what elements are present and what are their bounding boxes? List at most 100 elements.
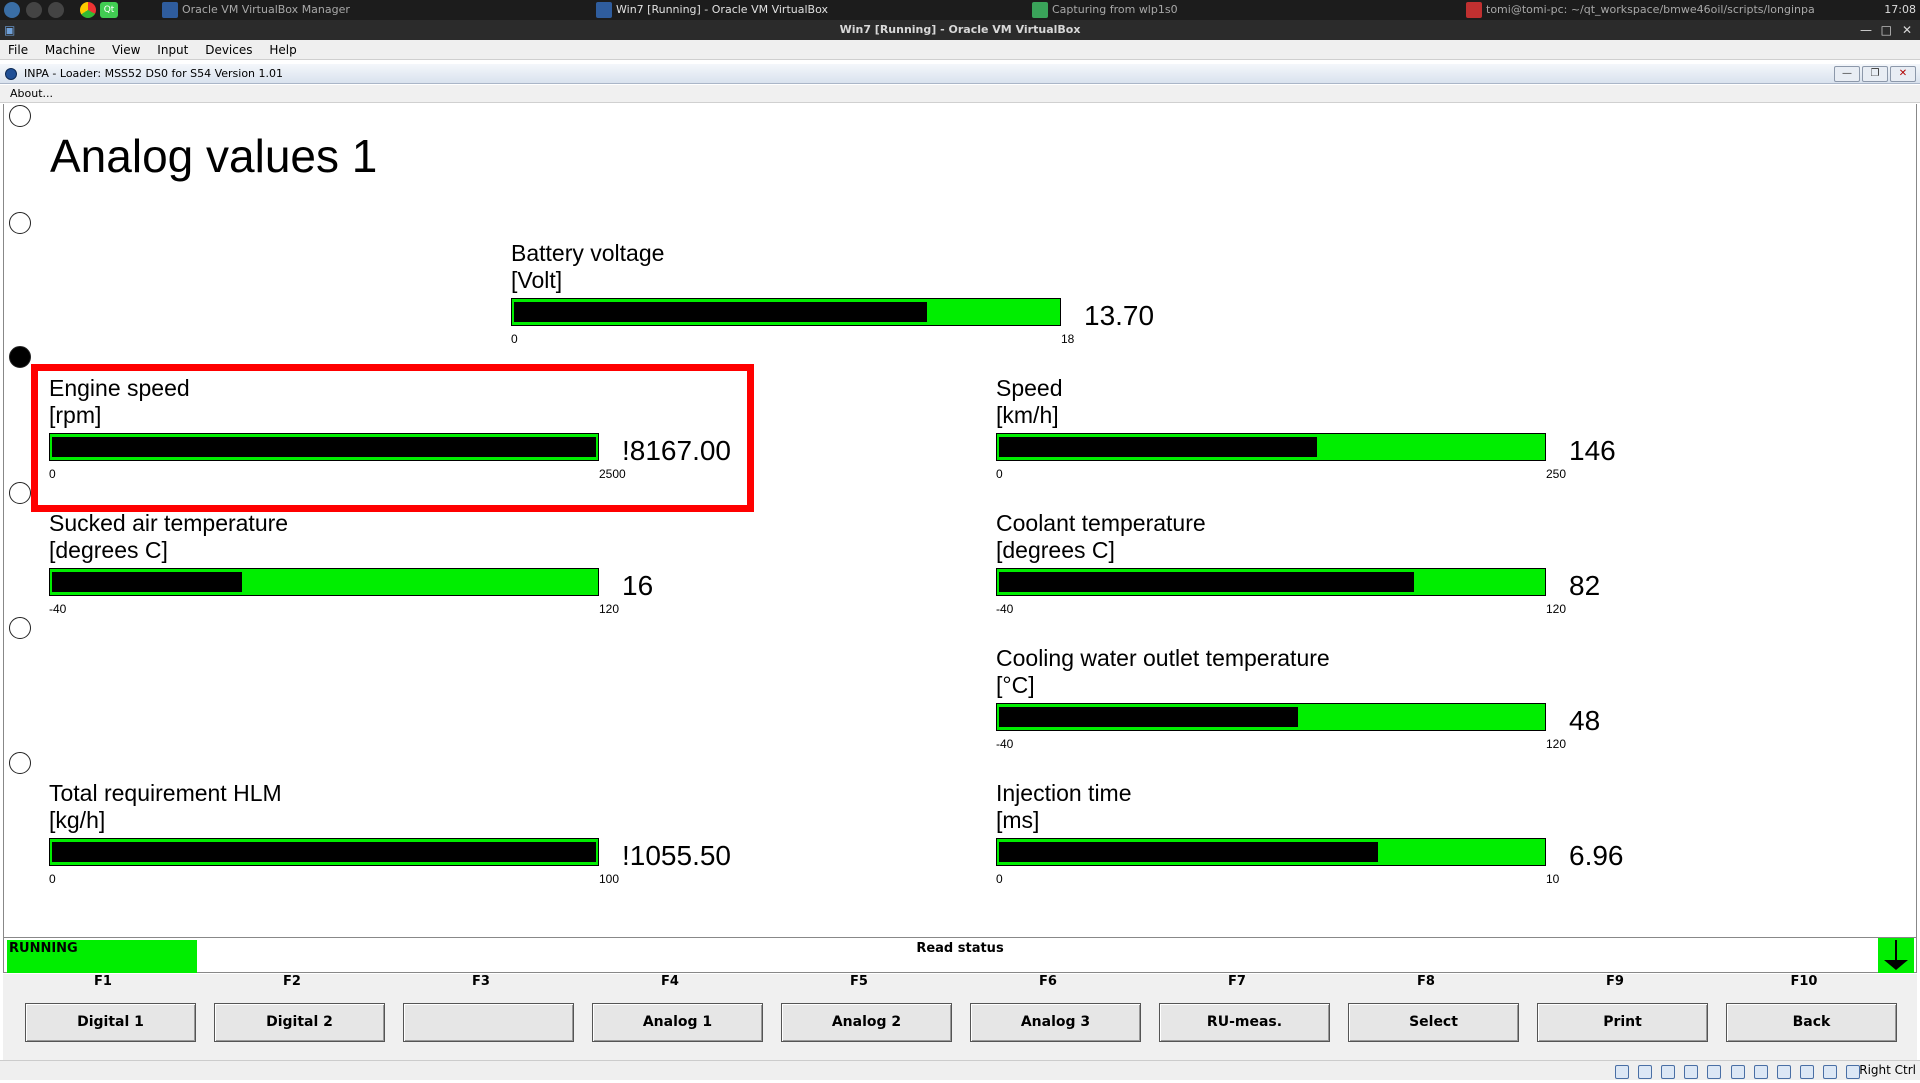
audio-icon[interactable] [1661, 1065, 1676, 1079]
minimize-icon[interactable]: — [1860, 20, 1872, 40]
analog-3-button[interactable]: Analog 3 [970, 1003, 1141, 1042]
radio-button[interactable] [9, 105, 31, 127]
ru-meas-button[interactable]: RU-meas. [1159, 1003, 1330, 1042]
qt-creator-icon[interactable]: Qt [100, 2, 118, 18]
optical-drive-icon[interactable] [1638, 1065, 1653, 1079]
vbox-app-icon[interactable]: ▣ [4, 20, 15, 40]
mouse-integration-icon[interactable] [1822, 1065, 1837, 1079]
fkey-label: F6 [1039, 974, 1057, 989]
taskbar-item-terminal[interactable]: tomi@tomi-pc: ~/qt_workspace/bmwe46oil/s… [1486, 3, 1815, 16]
analog-2-button[interactable]: Analog 2 [781, 1003, 952, 1042]
gauge-bar [996, 703, 1546, 731]
gauge-total-requirement-hlm: Total requirement HLM [kg/h] 0 100 !1055… [49, 780, 749, 900]
gauge-unit: [degrees C] [49, 537, 168, 563]
shared-folders-icon[interactable] [1730, 1065, 1745, 1079]
vbox-title-text: Win7 [Running] - Oracle VM VirtualBox [839, 23, 1081, 36]
taskbar-item-win7[interactable]: Win7 [Running] - Oracle VM VirtualBox [616, 3, 828, 16]
status-bar: RUNNING Read status [3, 937, 1917, 973]
gauge-max: 18 [1061, 332, 1075, 346]
menu-view[interactable]: View [107, 40, 145, 60]
terminal-icon [1466, 2, 1482, 18]
close-icon[interactable]: ✕ [1902, 20, 1912, 40]
clock: 17:08 [1884, 3, 1916, 16]
gauge-bar-fill [999, 572, 1414, 592]
app-launcher-icon[interactable] [48, 2, 64, 18]
gauge-value: 48 [1569, 705, 1601, 736]
radio-button[interactable] [9, 212, 31, 234]
gauge-label: Coolant temperature [996, 510, 1206, 536]
function-key-bar: F1 Digital 1 F2 Digital 2 F3 F4 Analog 1… [3, 974, 1917, 1060]
menu-about[interactable]: About... [10, 87, 53, 100]
gauge-value: 146 [1569, 435, 1616, 466]
video-capture-icon[interactable] [1776, 1065, 1791, 1079]
inpa-restore-button[interactable]: ❐ [1862, 66, 1888, 82]
gauge-unit: [km/h] [996, 402, 1059, 428]
radio-button[interactable] [9, 752, 31, 774]
network-icon[interactable] [1684, 1065, 1699, 1079]
gauge-value: 82 [1569, 570, 1601, 601]
fkey-label: F8 [1417, 974, 1435, 989]
gauge-label: Speed [996, 375, 1063, 401]
taskbar-item-capture[interactable]: Capturing from wlp1s0 [1052, 3, 1178, 16]
gauge-unit: [degrees C] [996, 537, 1115, 563]
inpa-close-button[interactable]: ✕ [1890, 66, 1916, 82]
app-launcher-icon[interactable] [26, 2, 42, 18]
digital-1-button[interactable]: Digital 1 [25, 1003, 196, 1042]
virtualbox-icon [596, 2, 612, 18]
menu-file[interactable]: File [3, 40, 33, 60]
fkey-label: F7 [1228, 974, 1246, 989]
menu-help[interactable]: Help [264, 40, 301, 60]
gauge-min: -40 [996, 602, 1014, 616]
usb-icon[interactable] [1707, 1065, 1722, 1079]
display-icon[interactable] [1753, 1065, 1768, 1079]
chrome-icon[interactable] [80, 2, 96, 18]
gauge-min: 0 [996, 467, 1003, 481]
inpa-app-icon[interactable] [5, 68, 17, 80]
fkey-label: F10 [1790, 974, 1818, 989]
gauge-max: 10 [1546, 872, 1560, 886]
radio-button-selected[interactable] [9, 346, 31, 368]
virtualization-icon[interactable] [1799, 1065, 1814, 1079]
hard-disk-icon[interactable] [1615, 1065, 1630, 1079]
inpa-menubar: About... [0, 85, 1920, 103]
select-button[interactable]: Select [1348, 1003, 1519, 1042]
fkey-label: F5 [850, 974, 868, 989]
print-button[interactable]: Print [1537, 1003, 1708, 1042]
back-button[interactable]: Back [1726, 1003, 1897, 1042]
gauge-bar [49, 838, 599, 866]
digital-2-button[interactable]: Digital 2 [214, 1003, 385, 1042]
gauge-min: 0 [996, 872, 1003, 886]
radio-button[interactable] [9, 482, 31, 504]
guest-screen: INPA - Loader: MSS52 DS0 for S54 Version… [0, 61, 1920, 1060]
f3-button[interactable] [403, 1003, 574, 1042]
menu-input[interactable]: Input [152, 40, 193, 60]
gauge-unit: [ms] [996, 807, 1040, 833]
fkey-label: F3 [472, 974, 490, 989]
analog-1-button[interactable]: Analog 1 [592, 1003, 763, 1042]
page-title: Analog values 1 [50, 130, 378, 182]
gauge-coolant-temperature: Coolant temperature [degrees C] -40 120 … [996, 510, 1696, 630]
radio-button[interactable] [9, 617, 31, 639]
maximize-icon[interactable]: □ [1881, 20, 1892, 40]
vbox-status-icons [1611, 1064, 1860, 1083]
fkey-label: F4 [661, 974, 679, 989]
gauge-unit: [kg/h] [49, 807, 106, 833]
keyboard-capture-icon[interactable] [1846, 1065, 1860, 1079]
gauge-sucked-air-temperature: Sucked air temperature [degrees C] -40 1… [49, 510, 749, 630]
gauge-bar-fill [999, 842, 1378, 862]
inpa-title-bar: INPA - Loader: MSS52 DS0 for S54 Version… [0, 64, 1920, 84]
menu-devices[interactable]: Devices [200, 40, 257, 60]
gauge-label: Injection time [996, 780, 1132, 806]
gauge-speed: Speed [km/h] 0 250 146 [996, 375, 1696, 495]
gauge-value: 6.96 [1569, 840, 1624, 871]
gauge-bar-fill [514, 302, 927, 322]
fkey-label: F2 [283, 974, 301, 989]
taskbar-item-vbox-manager[interactable]: Oracle VM VirtualBox Manager [182, 3, 350, 16]
menu-machine[interactable]: Machine [40, 40, 100, 60]
gauge-max: 250 [1546, 467, 1567, 481]
inpa-minimize-button[interactable]: — [1834, 66, 1860, 82]
gauge-bar-fill [52, 572, 242, 592]
gauge-unit: [°C] [996, 672, 1035, 698]
fkey-label: F9 [1606, 974, 1624, 989]
system-menu-icon[interactable] [4, 2, 20, 18]
